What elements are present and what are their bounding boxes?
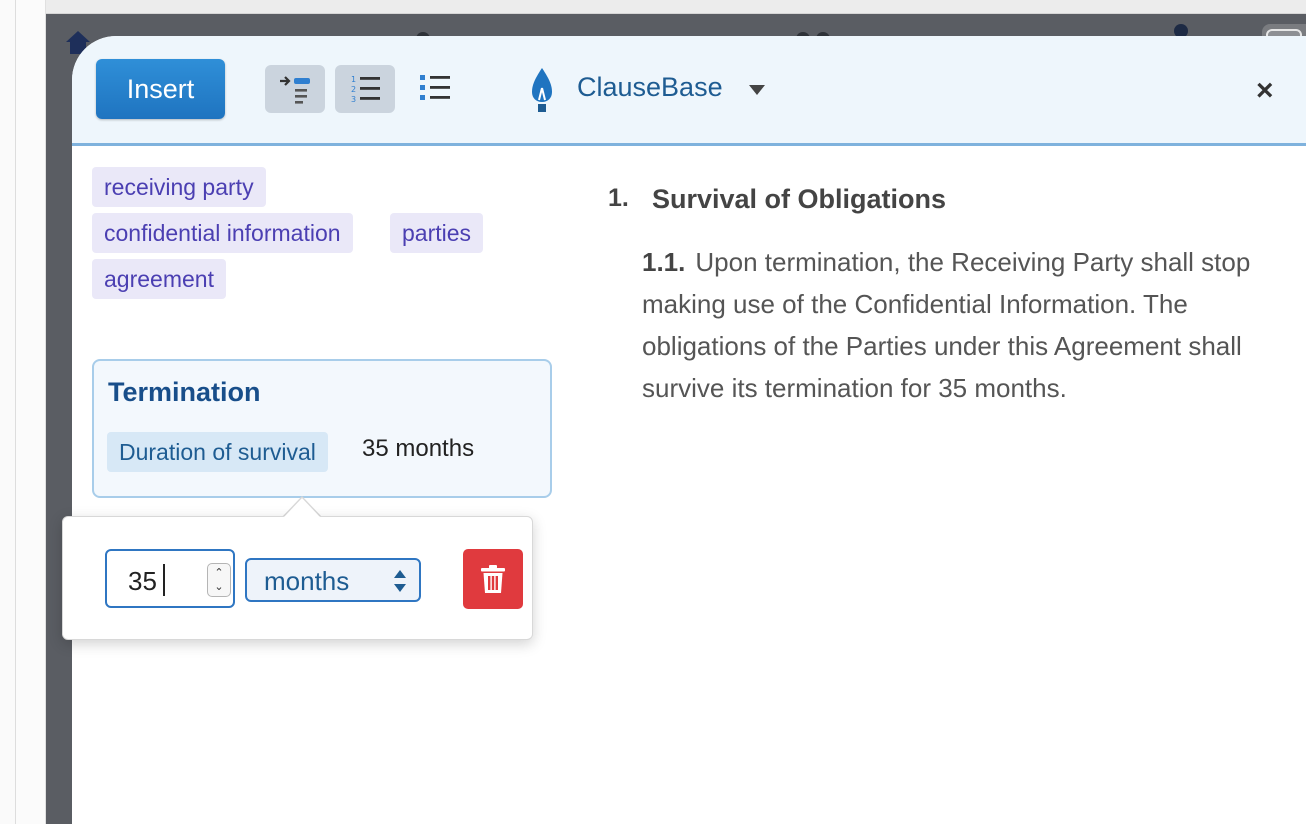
concept-tag[interactable]: confidential information <box>92 213 353 253</box>
clause-text: Upon termination, the Receiving Party sh… <box>642 247 1251 403</box>
bulleted-list-icon <box>420 75 450 100</box>
close-icon[interactable]: × <box>1256 76 1274 106</box>
clause-heading: Survival of Obligations <box>652 184 947 214</box>
left-gutter <box>16 0 46 824</box>
termination-datafield-box: Termination Duration of survival 35 mont… <box>92 359 552 498</box>
number-stepper[interactable]: ⌃ ⌄ <box>207 563 231 597</box>
top-window-bar <box>46 0 1306 14</box>
indent-list-button[interactable] <box>265 65 325 113</box>
insert-button[interactable]: Insert <box>96 59 225 119</box>
select-arrows-icon <box>394 570 406 592</box>
sub-clause-number: 1.1. <box>642 247 686 277</box>
clausebase-logo-icon <box>532 68 552 112</box>
chevron-down-icon[interactable] <box>749 85 765 95</box>
clause-body: 1.1. Upon termination, the Receiving Part… <box>642 241 1302 409</box>
concept-tag[interactable]: receiving party <box>92 167 266 207</box>
bulleted-list-button[interactable] <box>405 65 465 113</box>
termination-title: Termination <box>108 377 261 407</box>
duration-editor-popover: 35 ⌃ ⌄ months <box>62 516 533 640</box>
duration-unit-select[interactable]: months <box>245 558 421 602</box>
numbered-list-button[interactable]: 1 2 3 <box>335 65 395 113</box>
chevron-down-icon[interactable]: ⌄ <box>214 580 223 594</box>
duration-unit-value: months <box>264 566 350 596</box>
duration-of-survival-chip[interactable]: Duration of survival <box>107 432 328 472</box>
duration-number-input[interactable]: 35 ⌃ ⌄ <box>105 549 235 608</box>
chevron-up-icon[interactable]: ⌃ <box>214 566 223 580</box>
clause-panel: Insert 1 2 3 ClauseBase × receiving part… <box>72 36 1306 824</box>
svg-text:3: 3 <box>351 95 356 104</box>
brand-dropdown-label[interactable]: ClauseBase <box>577 72 723 103</box>
text-cursor <box>163 564 165 596</box>
indent-list-icon <box>280 76 310 104</box>
duration-number-value: 35 <box>128 566 157 596</box>
trash-icon <box>481 565 505 593</box>
clause-number: 1. <box>608 184 629 212</box>
popover-arrow-fill <box>284 498 320 517</box>
numbered-list-icon: 1 2 3 <box>351 75 380 104</box>
panel-header: Insert 1 2 3 ClauseBase × <box>72 36 1306 146</box>
left-window-strip <box>0 0 16 824</box>
delete-button[interactable] <box>463 549 523 609</box>
svg-text:2: 2 <box>351 85 356 94</box>
svg-text:1: 1 <box>351 75 356 84</box>
concept-tag[interactable]: parties <box>390 213 484 253</box>
duration-value[interactable]: 35 months <box>362 435 474 463</box>
concept-tag[interactable]: agreement <box>92 259 226 299</box>
